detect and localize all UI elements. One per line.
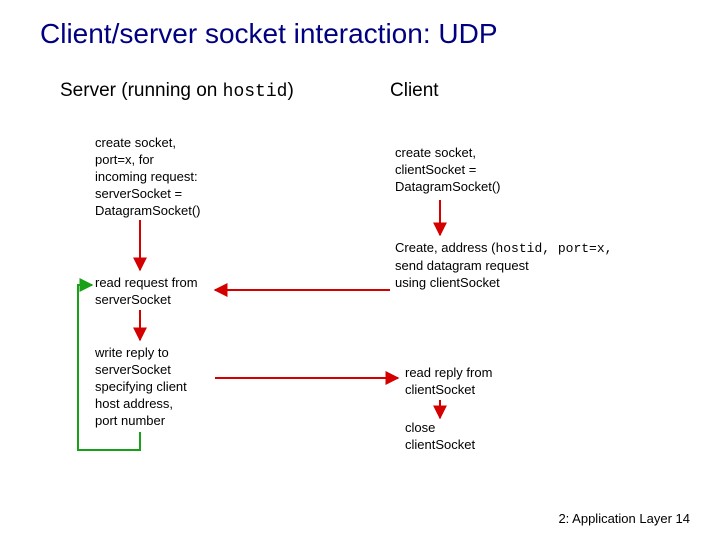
client-send-rest: send datagram request using clientSocket [395, 258, 529, 290]
server-step-read-request: read request from serverSocket [95, 275, 198, 309]
footer-chapter: 2: Application Layer [558, 511, 671, 526]
footer-page-number: 14 [676, 511, 690, 526]
client-step-close-socket: close clientSocket [405, 420, 475, 454]
slide-footer: 2: Application Layer 14 [558, 511, 690, 526]
client-column-header: Client [390, 80, 439, 102]
client-send-prefix: Create, address ( [395, 240, 495, 255]
client-step-send-datagram: Create, address (hostid, port=x, send da… [395, 240, 612, 292]
server-step-create-socket: create socket, port=x, for incoming requ… [95, 135, 200, 219]
server-header-prefix: Server [60, 80, 121, 101]
server-header-hostid: hostid [223, 82, 288, 102]
client-step-create-socket: create socket, clientSocket = DatagramSo… [395, 145, 500, 196]
client-send-code: hostid, port=x, [495, 241, 612, 256]
slide-title: Client/server socket interaction: UDP [40, 18, 498, 50]
server-step-write-reply: write reply to serverSocket specifying c… [95, 345, 187, 429]
server-header-paren-open: (running on [121, 80, 222, 101]
client-step-read-reply: read reply from clientSocket [405, 365, 492, 399]
server-column-header: Server (running on hostid) [60, 80, 294, 102]
server-header-paren-close: ) [287, 80, 293, 101]
